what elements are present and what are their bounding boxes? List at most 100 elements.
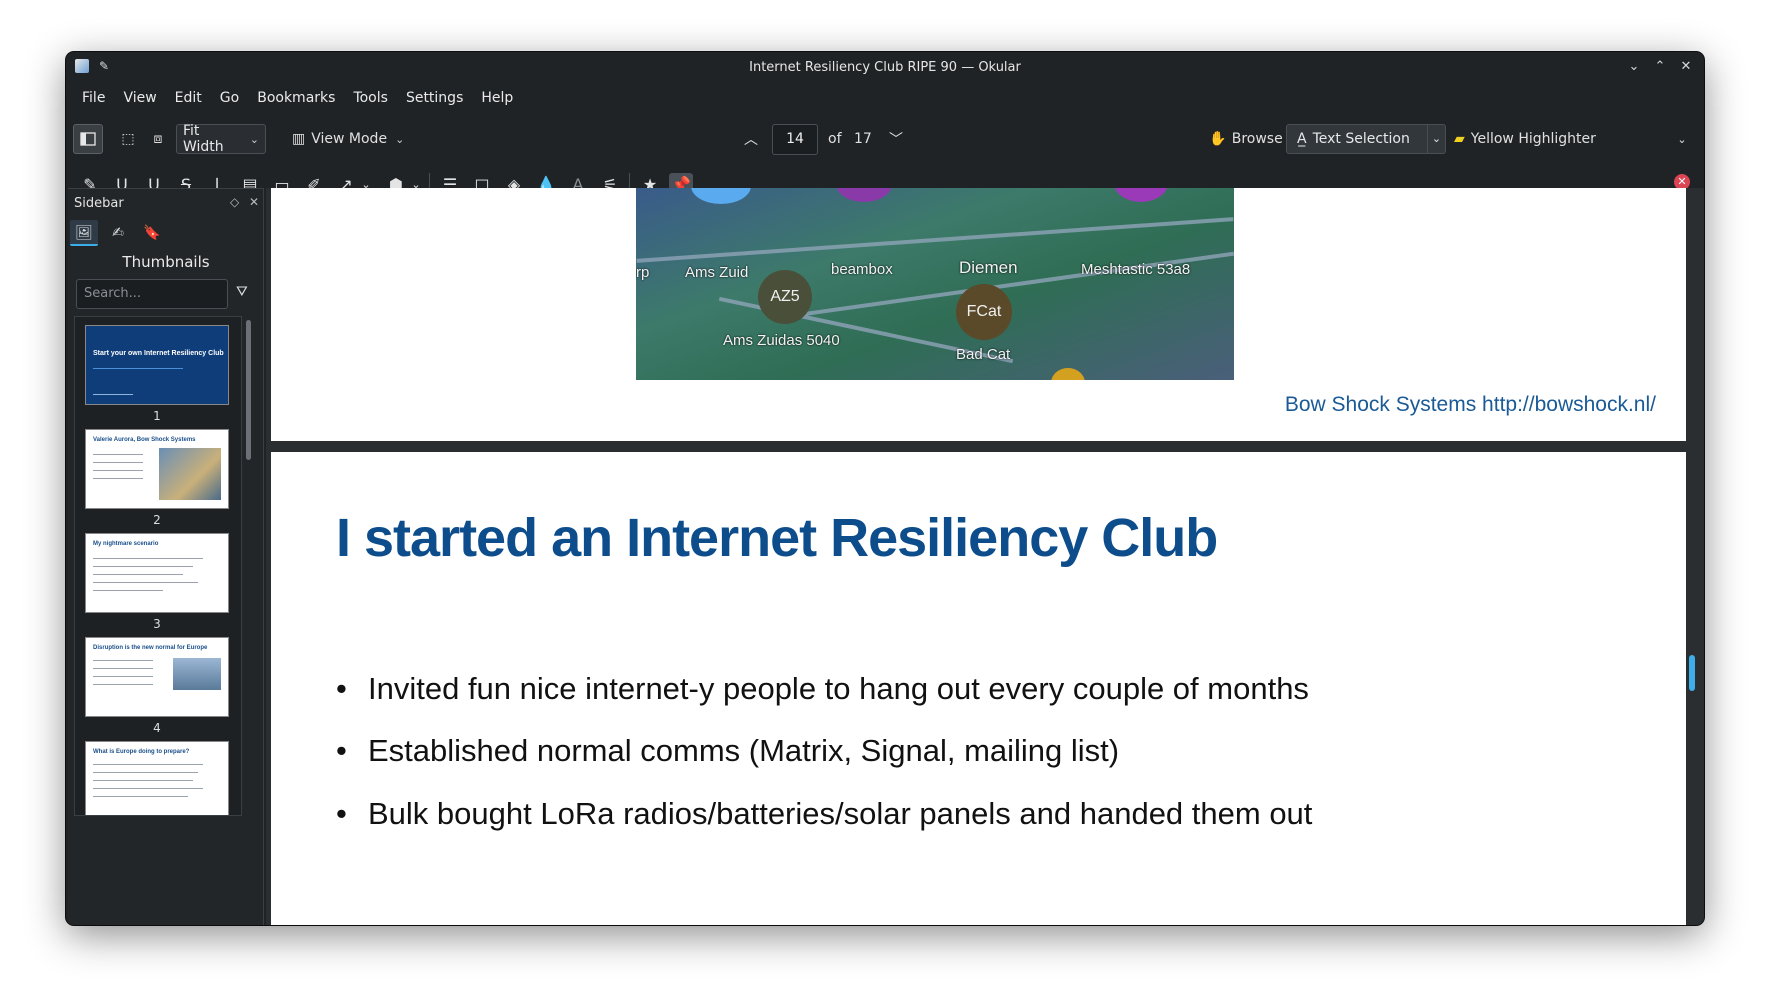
minimize-icon[interactable]: ⌄ xyxy=(1624,57,1644,77)
thumbnails-heading: Thumbnails xyxy=(122,253,210,271)
close-icon[interactable]: ✕ xyxy=(249,195,259,209)
thumbnail-line xyxy=(93,788,203,789)
chevron-down-icon[interactable]: ⌄ xyxy=(1427,125,1445,153)
thumbnail-title: What is Europe doing to prepare? xyxy=(93,749,190,755)
title-bar: ✎ Internet Resiliency Club RIPE 90 — Oku… xyxy=(66,52,1704,82)
menu-help[interactable]: Help xyxy=(472,86,522,110)
tab-thumbnails[interactable]: 🖼 xyxy=(70,220,98,246)
image-icon: 🖼 xyxy=(75,225,93,241)
thumbnail-page-2[interactable]: Valerie Aurora, Bow Shock Systems xyxy=(85,429,229,509)
browse-label: Browse xyxy=(1231,131,1283,147)
thumbnail-title: Disruption is the new normal for Europe xyxy=(93,645,208,651)
menu-view[interactable]: View xyxy=(114,86,165,110)
sidebar-icon xyxy=(80,132,96,146)
slide-title: I started an Internet Resiliency Club xyxy=(336,508,1218,568)
map-node xyxy=(691,188,751,204)
thumbnail-line xyxy=(93,574,183,575)
zoom-combo[interactable]: Fit Width ⌄ xyxy=(176,123,266,155)
thumbnail-line xyxy=(93,462,143,463)
thumbnail-page-4[interactable]: Disruption is the new normal for Europe xyxy=(85,637,229,717)
bullet-icon: • xyxy=(336,796,347,831)
map-label: Ams Zuid xyxy=(685,264,749,281)
map-node xyxy=(1114,188,1168,202)
thumbnail-list[interactable]: Start your own Internet Resiliency Club … xyxy=(74,316,242,816)
thumbnail-page-5[interactable]: What is Europe doing to prepare? xyxy=(85,741,229,815)
menu-file[interactable]: File xyxy=(73,86,114,110)
view-mode-button[interactable]: ▥ View Mode ⌄ xyxy=(292,124,422,154)
bullet-icon: • xyxy=(336,733,347,768)
thumbnail-line xyxy=(93,590,163,591)
pin-icon[interactable]: ✎ xyxy=(99,59,109,73)
menu-settings[interactable]: Settings xyxy=(397,86,472,110)
thumbnail-page-3[interactable]: My nightmare scenario xyxy=(85,533,229,613)
okular-app-icon[interactable] xyxy=(75,59,89,73)
map-node-fcat: FCat xyxy=(956,284,1012,340)
window-title: Internet Resiliency Club RIPE 90 — Okula… xyxy=(749,59,1021,75)
sidebar-scrollbar[interactable] xyxy=(246,320,251,460)
map-label: Meshtastic 53a8 xyxy=(1081,261,1191,278)
fit-width-icon: ⧈ xyxy=(153,131,163,147)
menu-go[interactable]: Go xyxy=(211,86,248,110)
annotation-pen-icon: ✍ xyxy=(112,225,124,241)
tab-annotations[interactable]: ✍ xyxy=(104,220,132,246)
chevron-down-icon: ⌄ xyxy=(249,132,259,146)
zoom-fit-page-button[interactable]: ⬚ xyxy=(114,124,142,154)
menu-tools[interactable]: Tools xyxy=(344,86,397,110)
page-total-label: 17 xyxy=(854,131,872,147)
bookmark-icon: 🔖 xyxy=(143,225,161,241)
yellow-highlighter-button[interactable]: ▰ Yellow Highlighter xyxy=(1448,124,1618,154)
hand-icon: ✋ xyxy=(1209,131,1227,147)
map-road xyxy=(636,217,1234,263)
document-scrollbar[interactable] xyxy=(1689,655,1695,691)
thumbnail-number: 4 xyxy=(153,721,161,735)
chevron-down-icon: ﹀ xyxy=(889,132,903,148)
thumbnail-number: 2 xyxy=(153,513,161,527)
page-of-label: of xyxy=(828,131,842,147)
view-mode-icon: ▥ xyxy=(292,131,306,147)
browse-tool-button[interactable]: ✋ Browse xyxy=(1206,124,1286,154)
bullet-item: • Invited fun nice internet-y people to h… xyxy=(336,671,1309,707)
highlighter-label: Yellow Highlighter xyxy=(1470,131,1596,147)
close-icon[interactable]: ✕ xyxy=(1676,57,1696,77)
sidebar-panel: Sidebar ◇ ✕ 🖼 ✍ 🔖 Thumbnails Search... ⛛… xyxy=(68,188,264,925)
text-select-icon: A̲ xyxy=(1297,131,1307,147)
highlighter-dropdown-button[interactable]: ⌄ xyxy=(1672,124,1692,154)
previous-page-button[interactable]: ︿ xyxy=(739,124,763,154)
bullet-icon: • xyxy=(336,671,347,706)
page-number-input[interactable]: 14 xyxy=(772,124,818,155)
float-icon[interactable]: ◇ xyxy=(230,195,239,209)
map-label: Bad Cat xyxy=(956,346,1011,363)
next-page-button[interactable]: ﹀ xyxy=(884,124,908,154)
zoom-fit-width-button[interactable]: ⧈ xyxy=(144,124,172,154)
thumbnail-line xyxy=(93,772,198,773)
thumbnail-page-1[interactable]: Start your own Internet Resiliency Club xyxy=(85,325,229,405)
thumbnail-title: Start your own Internet Resiliency Club xyxy=(93,350,224,357)
menu-edit[interactable]: Edit xyxy=(166,86,211,110)
thumbnail-line xyxy=(93,668,153,669)
thumbnail-line xyxy=(93,368,183,369)
thumbnail-line xyxy=(93,558,203,559)
current-page: I started an Internet Resiliency Club • I… xyxy=(271,452,1686,925)
tab-bookmarks[interactable]: 🔖 xyxy=(138,220,166,246)
thumbnail-line xyxy=(93,582,198,583)
filter-icon[interactable]: ⛛ xyxy=(236,284,248,300)
text-selection-tool-button[interactable]: A̲ Text Selection ⌄ xyxy=(1286,124,1446,154)
thumbnail-search-input[interactable]: Search... xyxy=(76,279,228,309)
document-viewer[interactable]: AZ5 FCat rp Ams Zuid beambox Diemen Mesh… xyxy=(266,188,1704,925)
slide-credit: Bow Shock Systems http://bowshock.nl/ xyxy=(1284,393,1656,416)
chevron-up-icon: ︿ xyxy=(744,132,758,148)
thumbnail-number: 1 xyxy=(153,409,161,423)
sidebar-toggle-button[interactable] xyxy=(73,124,103,154)
thumbnail-line xyxy=(93,684,153,685)
thumbnail-line xyxy=(93,780,193,781)
highlighter-icon: ▰ xyxy=(1454,131,1465,147)
menu-bookmarks[interactable]: Bookmarks xyxy=(248,86,344,110)
bullet-text: Invited fun nice internet-y people to ha… xyxy=(368,671,1309,706)
maximize-icon[interactable]: ⌃ xyxy=(1650,57,1670,77)
thumbnail-title: My nightmare scenario xyxy=(93,541,159,547)
map-node xyxy=(1051,368,1085,380)
thumbnail-line xyxy=(93,566,193,567)
bullet-item: • Bulk bought LoRa radios/batteries/solar… xyxy=(336,796,1312,832)
thumbnail-photo xyxy=(159,448,221,500)
thumbnail-photo xyxy=(173,658,221,690)
